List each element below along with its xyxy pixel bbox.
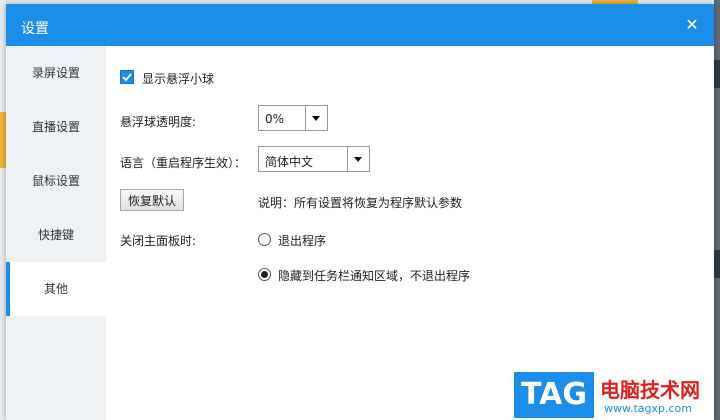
sidebar-item-label: 快捷键 bbox=[37, 228, 74, 242]
sidebar-item-label: 直播设置 bbox=[31, 120, 80, 134]
watermark-site-name: 电脑技术网 bbox=[600, 378, 700, 402]
language-select[interactable]: 简体中文 bbox=[258, 146, 370, 172]
hide-to-tray-label: 隐藏到任务栏通知区域，不退出程序 bbox=[278, 269, 471, 283]
close-panel-label: 关闭主面板时: bbox=[120, 234, 197, 248]
settings-dialog: 设置 ✕ 录屏设置 直播设置 鼠标设置 快捷键 其他 显示悬浮小球 悬浮球透明度… bbox=[6, 4, 714, 420]
exit-program-label: 退出程序 bbox=[278, 234, 327, 248]
watermark-url: www.tagxp.com bbox=[604, 402, 692, 415]
background-window bbox=[714, 0, 720, 420]
active-indicator bbox=[6, 262, 10, 316]
site-watermark: TAG 电脑技术网 www.tagxp.com bbox=[514, 370, 714, 420]
sidebar-item-other[interactable]: 其他 bbox=[6, 262, 106, 316]
exit-program-radio[interactable] bbox=[258, 233, 271, 246]
float-opacity-select[interactable]: 0% bbox=[258, 105, 328, 131]
show-float-ball-checkbox[interactable] bbox=[120, 70, 134, 84]
restore-note: 说明：所有设置将恢复为程序默认参数 bbox=[258, 196, 463, 210]
sidebar-item-record[interactable]: 录屏设置 bbox=[6, 46, 106, 100]
sidebar-item-shortcuts[interactable]: 快捷键 bbox=[6, 208, 106, 262]
checkmark-icon bbox=[122, 73, 132, 82]
settings-content: 显示悬浮小球 悬浮球透明度: 0% 语言（重启程序生效）： 简体中文 恢复默认 … bbox=[106, 46, 714, 420]
float-opacity-label: 悬浮球透明度: bbox=[120, 115, 197, 129]
hide-to-tray-radio[interactable] bbox=[258, 268, 271, 281]
background-band bbox=[714, 60, 720, 88]
title-bar: 设置 ✕ bbox=[6, 4, 714, 46]
language-label: 语言（重启程序生效）： bbox=[120, 156, 247, 170]
restore-default-button[interactable]: 恢复默认 bbox=[120, 189, 184, 211]
close-icon[interactable]: ✕ bbox=[682, 15, 702, 35]
sidebar-item-mouse[interactable]: 鼠标设置 bbox=[6, 154, 106, 208]
language-value: 简体中文 bbox=[265, 155, 314, 169]
sidebar: 录屏设置 直播设置 鼠标设置 快捷键 其他 bbox=[6, 46, 106, 420]
sidebar-item-label: 录屏设置 bbox=[31, 66, 80, 80]
sidebar-item-label: 鼠标设置 bbox=[31, 174, 80, 188]
float-opacity-value: 0% bbox=[265, 112, 285, 126]
chevron-down-icon[interactable] bbox=[305, 106, 327, 130]
chevron-down-icon[interactable] bbox=[347, 147, 369, 171]
window-title: 设置 bbox=[21, 21, 49, 37]
watermark-badge: TAG bbox=[514, 372, 594, 418]
show-float-ball-label: 显示悬浮小球 bbox=[142, 72, 215, 86]
sidebar-item-label: 其他 bbox=[43, 282, 68, 296]
sidebar-item-live[interactable]: 直播设置 bbox=[6, 100, 106, 154]
background-band bbox=[714, 250, 720, 278]
